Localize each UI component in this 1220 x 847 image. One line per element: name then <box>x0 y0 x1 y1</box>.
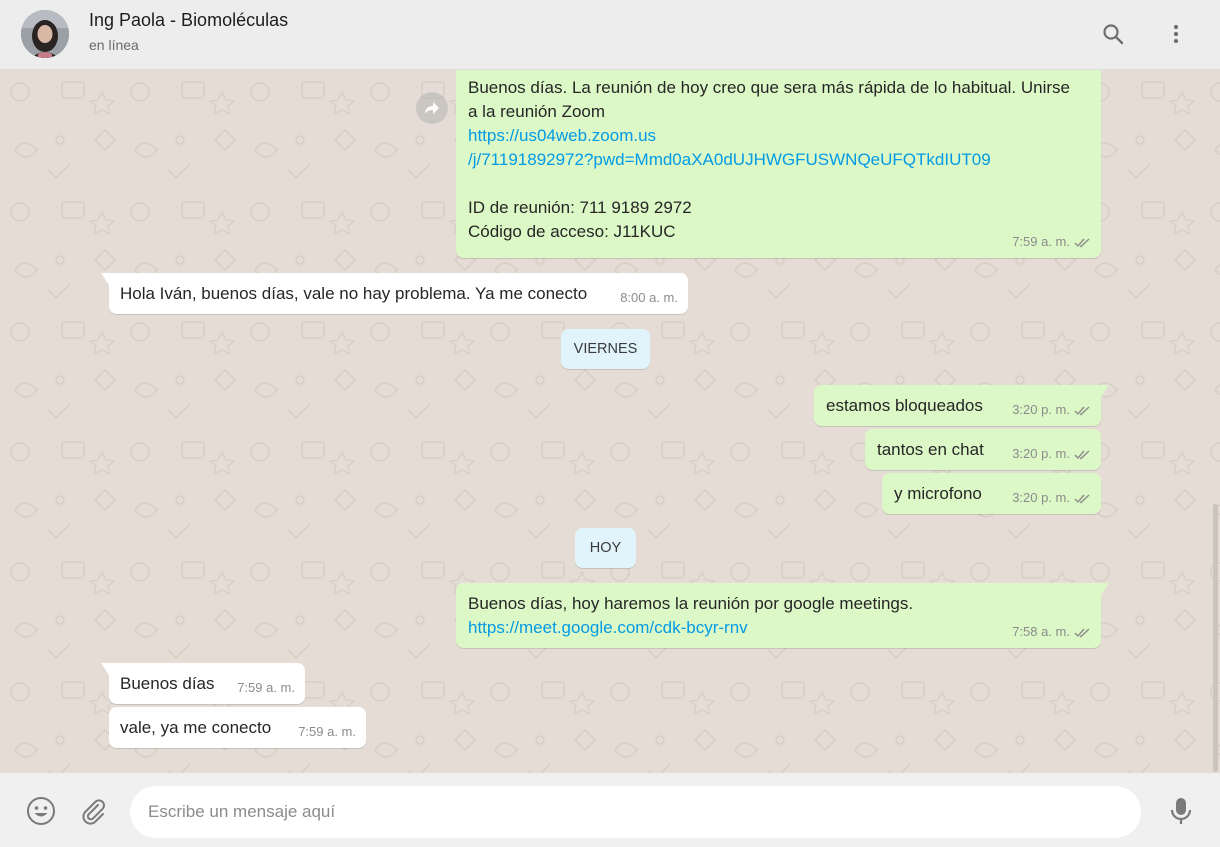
message-meta: 7:59 a. m. <box>237 676 295 700</box>
message-link[interactable]: /j/71191892972?pwd=Mmd0aXA0dUJHWGFUSWNQe… <box>468 148 1089 172</box>
double-check-icon <box>1074 449 1091 460</box>
message-outgoing[interactable]: y microfono 3:20 p. m. <box>882 473 1101 514</box>
message-meta: 7:58 a. m. <box>1012 620 1091 644</box>
message-meta: 3:20 p. m. <box>1012 398 1091 422</box>
message-incoming[interactable]: Buenos días 7:59 a. m. <box>101 663 305 704</box>
message-time: 7:58 a. m. <box>1012 624 1070 639</box>
date-separator: VIERNES <box>561 329 650 369</box>
message-outgoing[interactable]: Buenos días. La reunión de hoy creo que … <box>456 70 1101 258</box>
message-meta: 3:20 p. m. <box>1012 442 1091 466</box>
message-time: 3:20 p. m. <box>1012 446 1070 461</box>
search-icon[interactable] <box>1097 18 1129 50</box>
message-meta: 7:59 a. m. <box>298 720 356 744</box>
date-separator: HOY <box>575 528 636 568</box>
message-text: a la reunión Zoom <box>468 102 606 121</box>
message-time: 7:59 a. m. <box>298 724 356 739</box>
message-text: Buenos días, hoy haremos la reunión por … <box>468 594 914 613</box>
message-outgoing[interactable]: Buenos días, hoy haremos la reunión por … <box>456 583 1109 648</box>
message-time: 7:59 a. m. <box>1012 234 1070 249</box>
message-time: 8:00 a. m. <box>620 290 678 305</box>
message-meta: 8:00 a. m. <box>620 286 678 310</box>
message-meta: 3:20 p. m. <box>1012 486 1091 510</box>
double-check-icon <box>1074 237 1091 248</box>
message-outgoing[interactable]: estamos bloqueados 3:20 p. m. <box>814 385 1109 426</box>
message-text: Buenos días. La reunión de hoy creo que … <box>468 78 1070 97</box>
scrollbar-thumb[interactable] <box>1213 504 1218 772</box>
message-outgoing[interactable]: tantos en chat 3:20 p. m. <box>865 429 1101 470</box>
menu-icon[interactable] <box>1160 18 1192 50</box>
message-text: Hola Iván, buenos días, vale no hay prob… <box>120 284 588 303</box>
forward-icon[interactable] <box>416 92 448 124</box>
chat-header: Ing Paola - Biomoléculas en línea <box>0 0 1220 70</box>
microphone-icon[interactable] <box>1165 795 1197 827</box>
double-check-icon <box>1074 493 1091 504</box>
message-time: 3:20 p. m. <box>1012 402 1070 417</box>
message-meta: 7:59 a. m. <box>1012 230 1091 254</box>
chat-scrollbar[interactable] <box>1212 70 1220 773</box>
double-check-icon <box>1074 627 1091 638</box>
message-incoming[interactable]: Hola Iván, buenos días, vale no hay prob… <box>101 273 688 314</box>
message-link[interactable]: https://meet.google.com/cdk-bcyr-rnv <box>468 616 1089 640</box>
message-time: 3:20 p. m. <box>1012 490 1070 505</box>
message-incoming[interactable]: vale, ya me conecto 7:59 a. m. <box>109 707 366 748</box>
composer-bar <box>0 773 1220 847</box>
avatar[interactable] <box>21 10 69 58</box>
double-check-icon <box>1074 405 1091 416</box>
attach-icon[interactable] <box>77 795 109 827</box>
contact-status: en línea <box>89 37 139 53</box>
emoji-icon[interactable] <box>25 795 57 827</box>
contact-name[interactable]: Ing Paola - Biomoléculas <box>89 10 288 31</box>
chat-panel[interactable]: Buenos días. La reunión de hoy creo que … <box>0 70 1220 773</box>
message-text: ID de reunión: 711 9189 2972 <box>468 198 692 217</box>
avatar-image <box>21 10 69 58</box>
message-link[interactable]: https://us04web.zoom.us <box>468 124 1089 148</box>
message-text: Código de acceso: J11KUC <box>468 222 676 241</box>
message-input[interactable] <box>130 786 1141 838</box>
message-time: 7:59 a. m. <box>237 680 295 695</box>
